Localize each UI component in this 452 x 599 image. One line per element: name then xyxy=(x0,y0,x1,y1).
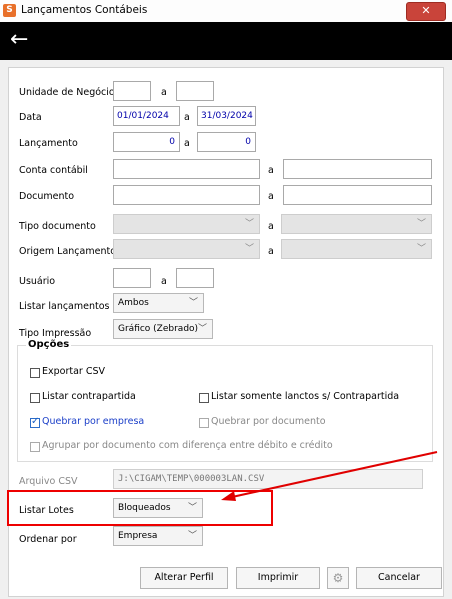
annotation-arrow-icon xyxy=(221,451,438,501)
